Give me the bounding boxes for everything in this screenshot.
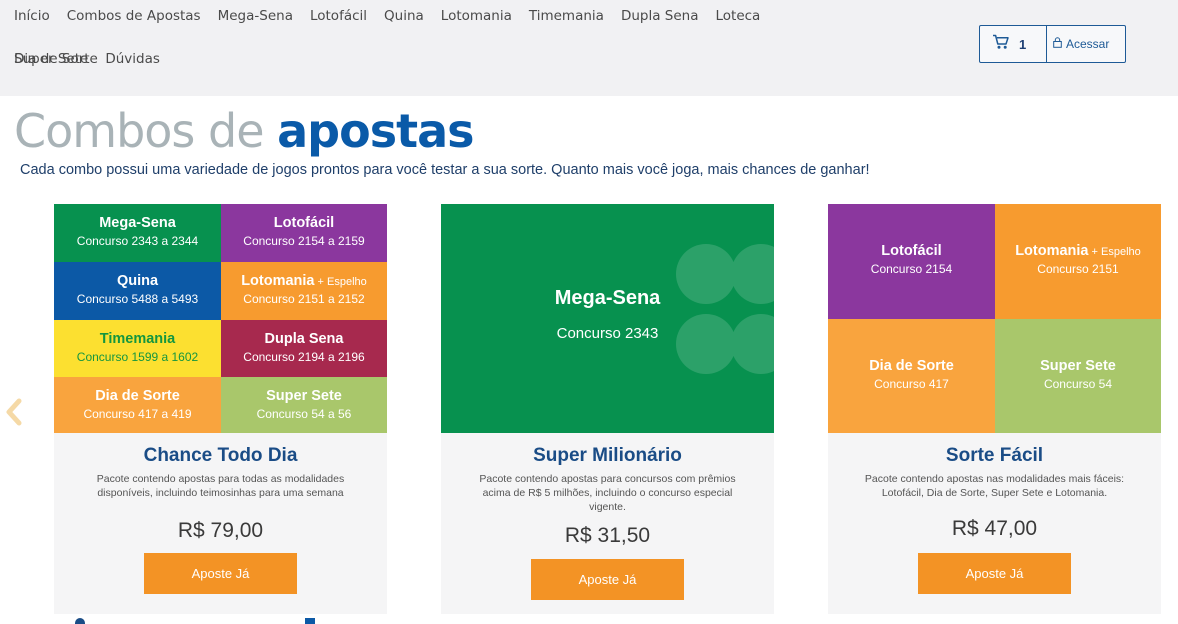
card-price: R$ 47,00 — [951, 517, 1038, 540]
aposte-ja-button[interactable]: Aposte Já — [144, 553, 297, 594]
card-description: Pacote contendo apostas para concursos c… — [479, 473, 736, 513]
tile-sub: Concurso 2151 — [1037, 262, 1119, 276]
combo-card-super-milionario: Mega-Sena Concurso 2343 Super Milionário… — [441, 204, 774, 614]
tile-name: Lotofácil — [273, 215, 335, 231]
aposte-ja-button[interactable]: Aposte Já — [918, 553, 1071, 594]
tile-name: Quina — [116, 273, 159, 289]
cart-button[interactable]: 1 — [980, 26, 1047, 62]
tile-name: Super Sete — [1040, 358, 1116, 374]
tile-name: Dupla Sena — [264, 331, 344, 347]
tile-name: Lotomania + Espelho — [995, 243, 1161, 259]
page-subtitle: Cada combo possui uma variedade de jogos… — [20, 162, 870, 178]
tile-name-extra: + Espelho — [314, 276, 367, 288]
nav-item-super-sete[interactable]: Super Sete — [14, 49, 88, 70]
login-label: Acessar — [1066, 37, 1110, 51]
tile-name-main: Lotomania — [1015, 243, 1089, 259]
nav-item-lotofacil[interactable]: Lotofácil — [310, 6, 367, 49]
tile-name: Lotofácil — [881, 243, 942, 259]
tile-sub: Concurso 2194 a 2196 — [243, 350, 365, 364]
card-title: Sorte Fácil — [945, 445, 1044, 466]
cart-icon — [992, 34, 1010, 55]
nav-item-lotomania[interactable]: Lotomania — [441, 6, 512, 49]
tile-lotofacil: Lotofácil Concurso 2154 — [828, 204, 995, 319]
clover-watermark — [676, 244, 774, 374]
aposte-ja-button[interactable]: Aposte Já — [531, 559, 684, 600]
tile-lotomania: Lotomania + Espelho Concurso 2151 — [995, 204, 1161, 319]
page-title-bold: apostas — [277, 104, 474, 158]
next-row-peek — [305, 618, 315, 624]
tile-sub: Concurso 2154 — [870, 262, 953, 276]
tile-name: Dia de Sorte — [95, 388, 180, 404]
card-price: R$ 79,00 — [177, 519, 264, 542]
tile-sub: Concurso 1599 a 1602 — [76, 350, 199, 364]
tile-sub: Concurso 54 a 56 — [256, 407, 352, 421]
tile-name-main: Lotomania — [241, 273, 315, 289]
tile-lotofacil: Lotofácil Concurso 2154 a 2159 — [221, 204, 387, 262]
tile-dia-de-sorte: Dia de Sorte Concurso 417 — [828, 319, 995, 433]
cart-login-box: 1 Acessar — [979, 25, 1126, 63]
login-button[interactable]: Acessar — [1047, 26, 1125, 62]
card-description: Pacote contendo apostas nas modalidades … — [864, 473, 1125, 499]
tile-sub: Concurso 54 — [1043, 377, 1113, 391]
main-nav-row2: Super Sete Dúvidas — [14, 49, 177, 70]
tile-super-sete: Super Sete Concurso 54 — [995, 319, 1161, 433]
nav-item-quina[interactable]: Quina — [384, 6, 424, 49]
nav-item-inicio[interactable]: Início — [14, 6, 50, 49]
combo-card-sorte-facil: Lotofácil Concurso 2154 Lotomania + Espe… — [828, 204, 1161, 614]
tile-sub: Concurso 2151 a 2152 — [243, 292, 365, 306]
nav-item-duvidas[interactable]: Dúvidas — [105, 49, 160, 70]
card-title: Chance Todo Dia — [143, 445, 298, 466]
nav-item-dupla-sena[interactable]: Dupla Sena — [621, 6, 699, 49]
tile-super-sete: Super Sete Concurso 54 a 56 — [221, 377, 387, 433]
card-price: R$ 31,50 — [564, 524, 651, 547]
lock-icon — [1053, 35, 1062, 53]
tile-mega-sena: Mega-Sena Concurso 2343 a 2344 — [54, 204, 221, 262]
nav-item-timemania[interactable]: Timemania — [529, 6, 604, 49]
tile-name: Timemania — [99, 331, 176, 347]
tile-timemania: Timemania Concurso 1599 a 1602 — [54, 320, 221, 377]
tile-sub: Concurso 2343 a 2344 — [76, 234, 199, 248]
nav-item-loteca[interactable]: Loteca — [715, 6, 760, 49]
nav-item-combos-de-apostas[interactable]: Combos de Apostas — [67, 6, 201, 49]
card-title: Super Milionário — [533, 445, 682, 466]
tile-sub: Concurso 2154 a 2159 — [243, 234, 365, 248]
tile-lotomania: Lotomania + Espelho Concurso 2151 a 2152 — [221, 262, 387, 320]
combo-card-image: Lotofácil Concurso 2154 Lotomania + Espe… — [828, 204, 1161, 433]
page-title-light: Combos de — [14, 104, 278, 158]
top-navbar: Início Combos de Apostas Mega-Sena Lotof… — [0, 0, 1178, 96]
combo-card-image: Mega-Sena Concurso 2343 — [441, 204, 774, 433]
card-description: Pacote contendo apostas para todas as mo… — [96, 473, 345, 499]
tile-dupla-sena: Dupla Sena Concurso 2194 a 2196 — [221, 320, 387, 377]
combo-card-chance-todo-dia: Mega-Sena Concurso 2343 a 2344 Lotofácil… — [54, 204, 387, 614]
cart-count: 1 — [1019, 36, 1027, 52]
tile-name: Super Sete — [266, 388, 342, 404]
tile-dia-de-sorte: Dia de Sorte Concurso 417 a 419 — [54, 377, 221, 433]
tile-sub: Concurso 417 a 419 — [83, 407, 192, 421]
page-title: Combos de apostas — [14, 104, 475, 158]
chevron-left-icon — [4, 398, 24, 430]
tile-name-extra: + Espelho — [1088, 246, 1141, 258]
tile-name: Lotomania + Espelho — [221, 273, 387, 289]
tile-name: Mega-Sena — [99, 215, 176, 231]
tile-quina: Quina Concurso 5488 a 5493 — [54, 262, 221, 320]
tile-mega-sena: Mega-Sena Concurso 2343 — [441, 204, 774, 433]
tile-sub: Concurso 5488 a 5493 — [76, 292, 199, 306]
carousel-prev-button[interactable] — [4, 398, 24, 431]
tile-name: Dia de Sorte — [869, 358, 954, 374]
combo-card-image: Mega-Sena Concurso 2343 a 2344 Lotofácil… — [54, 204, 387, 433]
next-row-peek — [75, 618, 85, 624]
tile-sub: Concurso 417 — [874, 377, 949, 391]
nav-item-mega-sena[interactable]: Mega-Sena — [218, 6, 293, 49]
